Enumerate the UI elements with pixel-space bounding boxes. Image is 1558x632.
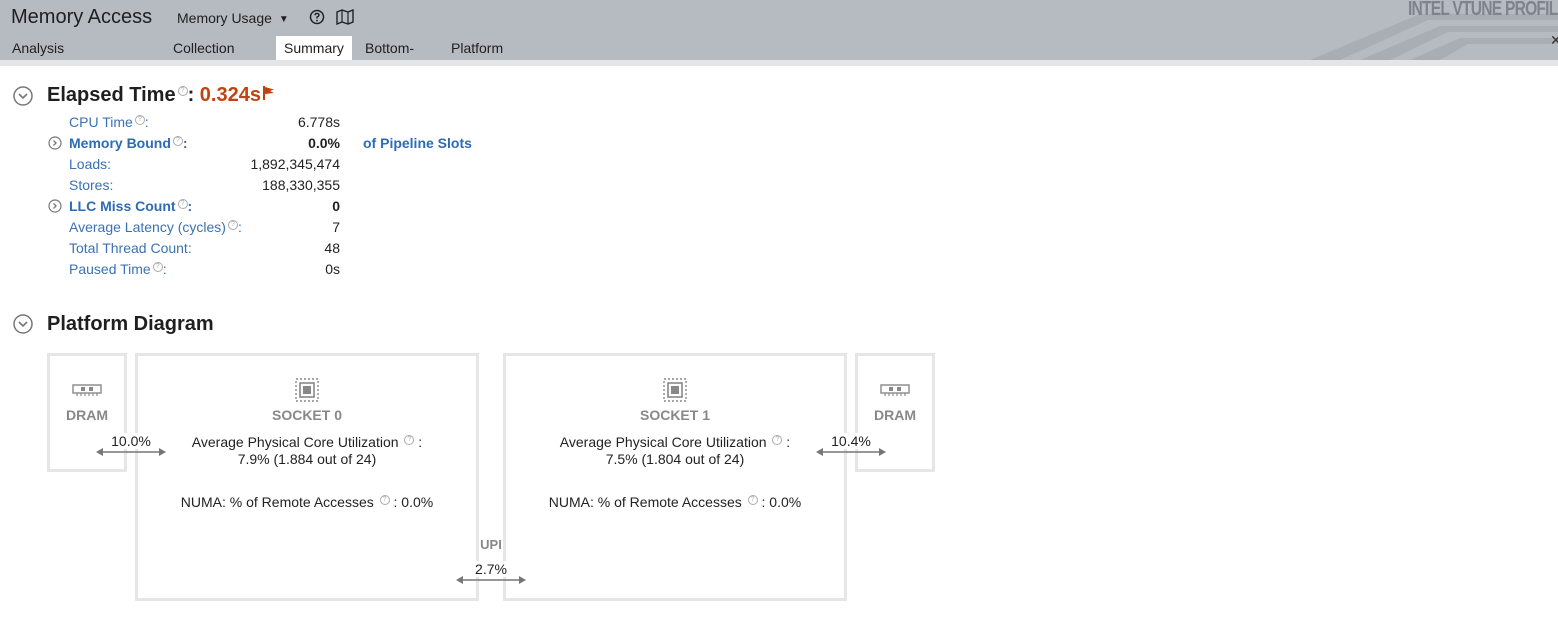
tab-platform[interactable]: Platform (451, 36, 503, 60)
help-icon[interactable]: ? (747, 495, 758, 506)
socket-0-label: SOCKET 0 (271, 407, 342, 423)
memory-icon (880, 384, 910, 396)
app-title: Memory Access (11, 6, 153, 28)
help-icon[interactable]: ? (134, 115, 145, 126)
double-arrow-icon (456, 576, 526, 584)
help-icon[interactable]: ? (177, 199, 188, 210)
expand-llc-miss-icon[interactable] (48, 199, 62, 213)
cpu-time-value: 6.778s (297, 114, 340, 130)
paused-time-label: Paused Time?: (69, 261, 167, 277)
analysis-type-label: Memory Usage (177, 10, 272, 26)
map-icon[interactable] (336, 9, 354, 25)
socket-1-numa: NUMA: % of Remote Accesses ? : 0.0% (548, 494, 802, 510)
paused-time-value: 0s (325, 261, 340, 277)
tab-summary[interactable]: Summary (276, 36, 352, 60)
app-header: Memory Access Memory Usage ▼ INTEL VTUNE … (0, 0, 1558, 66)
double-arrow-icon (96, 448, 166, 456)
collapse-elapsed-icon[interactable] (13, 86, 33, 106)
dram-right-label: DRAM (874, 407, 916, 423)
flag-icon (262, 86, 274, 100)
cpu-icon (663, 378, 687, 402)
average-latency-label: Average Latency (cycles)?: (69, 219, 242, 235)
elapsed-time-heading: Elapsed Time?: 0.324s (47, 84, 275, 107)
tab-bottom-up[interactable]: Bottom-up (365, 36, 414, 66)
socket-0-utilization-value: 7.9% (1.884 out of 24) (237, 451, 377, 467)
loads-value: 1,892,345,474 (250, 156, 340, 172)
llc-miss-count-label[interactable]: LLC Miss Count?: (69, 198, 192, 214)
memory-bound-label[interactable]: Memory Bound?: (69, 135, 188, 151)
socket-0-numa: NUMA: % of Remote Accesses ? : 0.0% (180, 494, 434, 510)
loads-label: Loads: (69, 156, 112, 172)
pipeline-slots-unit: of Pipeline Slots (363, 135, 472, 151)
elapsed-time-label: Elapsed Time (47, 84, 176, 106)
tab-analysis-configuration[interactable]: Analysis Configuration (12, 36, 95, 66)
help-icon[interactable]: ? (172, 136, 183, 147)
brand-logo: INTEL VTUNE PROFILER (1408, 0, 1558, 20)
expand-memory-bound-icon[interactable] (48, 136, 62, 150)
dram-left-label: DRAM (66, 407, 108, 423)
average-latency-value: 7 (332, 219, 340, 235)
help-icon[interactable]: ? (772, 435, 783, 446)
cpu-time-label: CPU Time?: (69, 114, 149, 130)
socket-1-label: SOCKET 1 (639, 407, 710, 423)
socket-0-utilization-label: Average Physical Core Utilization ? : (191, 434, 423, 450)
caret-down-icon: ▼ (278, 14, 289, 25)
elapsed-time-value: 0.324s (199, 84, 261, 106)
upi-label: UPI (480, 537, 502, 552)
memory-bound-value: 0.0% (308, 135, 340, 151)
platform-diagram-heading: Platform Diagram (47, 313, 214, 335)
tab-collection-log[interactable]: Collection Log (173, 36, 234, 66)
socket-1-utilization-label: Average Physical Core Utilization ? : (559, 434, 791, 450)
double-arrow-icon (816, 448, 886, 456)
collapse-platform-icon[interactable] (13, 314, 33, 334)
analysis-type-dropdown[interactable]: Memory Usage ▼ (177, 10, 289, 26)
llc-miss-count-value: 0 (332, 198, 340, 214)
close-icon[interactable]: ✕ (1550, 32, 1558, 49)
socket-1-utilization-value: 7.5% (1.804 out of 24) (605, 451, 745, 467)
help-icon[interactable]: ? (379, 495, 390, 506)
help-icon[interactable]: ? (177, 86, 188, 96)
total-thread-count-value: 48 (324, 240, 340, 256)
stores-value: 188,330,355 (262, 177, 340, 193)
header-divider (0, 60, 1558, 66)
help-icon[interactable]: ? (404, 435, 415, 446)
cpu-icon (295, 378, 319, 402)
total-thread-count-label: Total Thread Count: (69, 240, 192, 256)
help-icon[interactable] (309, 9, 325, 25)
help-icon[interactable]: ? (152, 262, 163, 273)
memory-icon (72, 384, 102, 396)
stores-label: Stores: (69, 177, 114, 193)
